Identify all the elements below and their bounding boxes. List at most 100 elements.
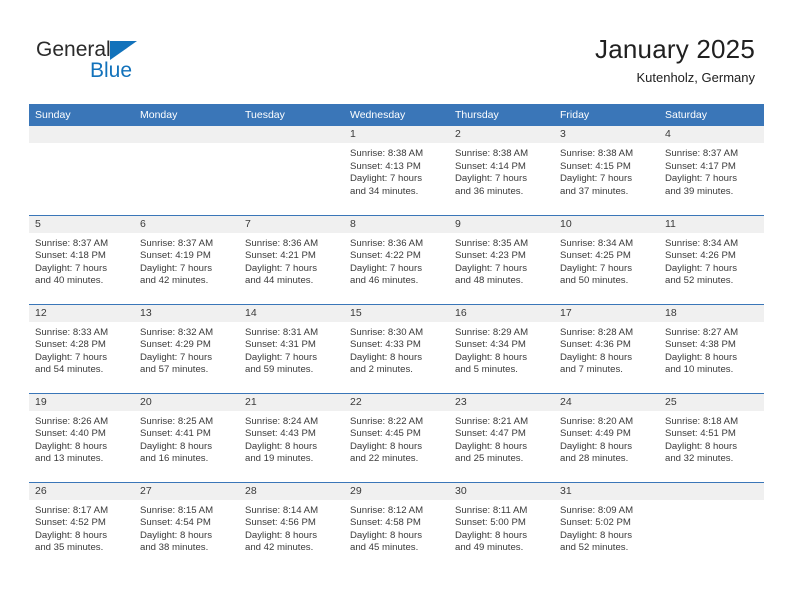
title-block: January 2025 Kutenholz, Germany <box>595 33 755 87</box>
day-cell[interactable]: 22 Sunrise: 8:22 AM Sunset: 4:45 PM Dayl… <box>344 392 449 482</box>
day-details: Sunrise: 8:33 AM Sunset: 4:28 PM Dayligh… <box>35 326 109 376</box>
day-number: 17 <box>554 304 659 322</box>
calendar-page: General Blue January 2025 Kutenholz, Ger… <box>0 0 792 612</box>
day-details: Sunrise: 8:32 AM Sunset: 4:29 PM Dayligh… <box>140 326 214 376</box>
day-number: 8 <box>344 215 449 233</box>
day-cell[interactable]: 20 Sunrise: 8:25 AM Sunset: 4:41 PM Dayl… <box>134 392 239 482</box>
day-details: Sunrise: 8:20 AM Sunset: 4:49 PM Dayligh… <box>560 415 634 465</box>
day-cell[interactable]: 28 Sunrise: 8:14 AM Sunset: 4:56 PM Dayl… <box>239 481 344 571</box>
day-cell[interactable]: 29 Sunrise: 8:12 AM Sunset: 4:58 PM Dayl… <box>344 481 449 571</box>
calendar-week-row: 26 Sunrise: 8:17 AM Sunset: 4:52 PM Dayl… <box>29 481 764 571</box>
day-cell[interactable]: 18 Sunrise: 8:27 AM Sunset: 4:38 PM Dayl… <box>659 303 764 393</box>
day-cell[interactable]: 5 Sunrise: 8:37 AM Sunset: 4:18 PM Dayli… <box>29 214 134 304</box>
calendar-week-row: 1 Sunrise: 8:38 AM Sunset: 4:13 PM Dayli… <box>29 126 764 215</box>
day-cell[interactable]: 26 Sunrise: 8:17 AM Sunset: 4:52 PM Dayl… <box>29 481 134 571</box>
day-details: Sunrise: 8:21 AM Sunset: 4:47 PM Dayligh… <box>455 415 529 465</box>
day-cell[interactable]: 1 Sunrise: 8:38 AM Sunset: 4:13 PM Dayli… <box>344 126 449 215</box>
day-number: 13 <box>134 304 239 322</box>
day-number: 27 <box>134 482 239 500</box>
weekday-header-monday: Monday <box>134 104 239 126</box>
day-number <box>659 482 764 500</box>
day-details: Sunrise: 8:36 AM Sunset: 4:22 PM Dayligh… <box>350 237 424 287</box>
calendar-table: Sunday Monday Tuesday Wednesday Thursday… <box>29 104 764 571</box>
day-cell[interactable]: 31 Sunrise: 8:09 AM Sunset: 5:02 PM Dayl… <box>554 481 659 571</box>
brand-name-blue: Blue <box>90 59 133 82</box>
day-number: 21 <box>239 393 344 411</box>
weekday-header-thursday: Thursday <box>449 104 554 126</box>
day-details: Sunrise: 8:24 AM Sunset: 4:43 PM Dayligh… <box>245 415 319 465</box>
day-cell[interactable]: 19 Sunrise: 8:26 AM Sunset: 4:40 PM Dayl… <box>29 392 134 482</box>
day-details <box>239 143 344 148</box>
day-number <box>239 126 344 143</box>
day-cell[interactable]: 30 Sunrise: 8:11 AM Sunset: 5:00 PM Dayl… <box>449 481 554 571</box>
day-cell[interactable]: 17 Sunrise: 8:28 AM Sunset: 4:36 PM Dayl… <box>554 303 659 393</box>
day-number: 29 <box>344 482 449 500</box>
day-details: Sunrise: 8:12 AM Sunset: 4:58 PM Dayligh… <box>350 504 424 554</box>
day-cell[interactable]: 10 Sunrise: 8:34 AM Sunset: 4:25 PM Dayl… <box>554 214 659 304</box>
day-number: 31 <box>554 482 659 500</box>
calendar-body: 1 Sunrise: 8:38 AM Sunset: 4:13 PM Dayli… <box>29 126 764 571</box>
weekday-header-saturday: Saturday <box>659 104 764 126</box>
day-cell[interactable]: 27 Sunrise: 8:15 AM Sunset: 4:54 PM Dayl… <box>134 481 239 571</box>
weekday-header-tuesday: Tuesday <box>239 104 344 126</box>
day-number: 6 <box>134 215 239 233</box>
day-details <box>134 143 239 148</box>
day-cell <box>239 126 344 215</box>
brand-logo[interactable]: General Blue <box>36 38 206 88</box>
day-details: Sunrise: 8:14 AM Sunset: 4:56 PM Dayligh… <box>245 504 319 554</box>
day-number <box>134 126 239 143</box>
page-header: General Blue January 2025 Kutenholz, Ger… <box>0 0 792 103</box>
day-number: 22 <box>344 393 449 411</box>
day-number: 4 <box>659 126 764 143</box>
day-cell[interactable]: 23 Sunrise: 8:21 AM Sunset: 4:47 PM Dayl… <box>449 392 554 482</box>
day-details: Sunrise: 8:37 AM Sunset: 4:18 PM Dayligh… <box>35 237 109 287</box>
day-number <box>29 126 134 143</box>
day-number: 28 <box>239 482 344 500</box>
day-cell[interactable]: 8 Sunrise: 8:36 AM Sunset: 4:22 PM Dayli… <box>344 214 449 304</box>
day-details <box>659 500 764 505</box>
day-number: 20 <box>134 393 239 411</box>
day-number: 16 <box>449 304 554 322</box>
day-number: 9 <box>449 215 554 233</box>
day-details: Sunrise: 8:38 AM Sunset: 4:13 PM Dayligh… <box>350 148 424 197</box>
day-cell[interactable]: 6 Sunrise: 8:37 AM Sunset: 4:19 PM Dayli… <box>134 214 239 304</box>
day-cell[interactable]: 13 Sunrise: 8:32 AM Sunset: 4:29 PM Dayl… <box>134 303 239 393</box>
day-number: 11 <box>659 215 764 233</box>
day-details: Sunrise: 8:36 AM Sunset: 4:21 PM Dayligh… <box>245 237 319 287</box>
brand-name-general: General <box>36 38 111 61</box>
day-cell[interactable]: 25 Sunrise: 8:18 AM Sunset: 4:51 PM Dayl… <box>659 392 764 482</box>
day-cell[interactable]: 2 Sunrise: 8:38 AM Sunset: 4:14 PM Dayli… <box>449 126 554 215</box>
day-cell <box>659 481 764 571</box>
day-cell[interactable]: 9 Sunrise: 8:35 AM Sunset: 4:23 PM Dayli… <box>449 214 554 304</box>
weekday-header-wednesday: Wednesday <box>344 104 449 126</box>
page-title: January 2025 <box>595 34 755 64</box>
day-details: Sunrise: 8:35 AM Sunset: 4:23 PM Dayligh… <box>455 237 529 287</box>
day-number: 7 <box>239 215 344 233</box>
day-cell <box>29 126 134 215</box>
day-cell[interactable]: 14 Sunrise: 8:31 AM Sunset: 4:31 PM Dayl… <box>239 303 344 393</box>
day-cell[interactable]: 4 Sunrise: 8:37 AM Sunset: 4:17 PM Dayli… <box>659 126 764 215</box>
day-cell[interactable]: 15 Sunrise: 8:30 AM Sunset: 4:33 PM Dayl… <box>344 303 449 393</box>
day-cell[interactable]: 16 Sunrise: 8:29 AM Sunset: 4:34 PM Dayl… <box>449 303 554 393</box>
day-details: Sunrise: 8:22 AM Sunset: 4:45 PM Dayligh… <box>350 415 424 465</box>
day-cell[interactable]: 12 Sunrise: 8:33 AM Sunset: 4:28 PM Dayl… <box>29 303 134 393</box>
day-number: 15 <box>344 304 449 322</box>
day-number: 10 <box>554 215 659 233</box>
calendar-week-row: 5 Sunrise: 8:37 AM Sunset: 4:18 PM Dayli… <box>29 214 764 304</box>
day-cell[interactable]: 24 Sunrise: 8:20 AM Sunset: 4:49 PM Dayl… <box>554 392 659 482</box>
day-number: 24 <box>554 393 659 411</box>
calendar-week-row: 19 Sunrise: 8:26 AM Sunset: 4:40 PM Dayl… <box>29 392 764 482</box>
day-number: 14 <box>239 304 344 322</box>
day-cell[interactable]: 11 Sunrise: 8:34 AM Sunset: 4:26 PM Dayl… <box>659 214 764 304</box>
day-details: Sunrise: 8:30 AM Sunset: 4:33 PM Dayligh… <box>350 326 424 376</box>
day-details: Sunrise: 8:25 AM Sunset: 4:41 PM Dayligh… <box>140 415 214 465</box>
day-details: Sunrise: 8:27 AM Sunset: 4:38 PM Dayligh… <box>665 326 739 376</box>
day-number: 2 <box>449 126 554 143</box>
day-number: 5 <box>29 215 134 233</box>
day-details: Sunrise: 8:38 AM Sunset: 4:14 PM Dayligh… <box>455 148 529 197</box>
day-number: 3 <box>554 126 659 143</box>
day-cell[interactable]: 7 Sunrise: 8:36 AM Sunset: 4:21 PM Dayli… <box>239 214 344 304</box>
day-cell[interactable]: 3 Sunrise: 8:38 AM Sunset: 4:15 PM Dayli… <box>554 126 659 215</box>
day-details: Sunrise: 8:34 AM Sunset: 4:26 PM Dayligh… <box>665 237 739 287</box>
day-cell[interactable]: 21 Sunrise: 8:24 AM Sunset: 4:43 PM Dayl… <box>239 392 344 482</box>
